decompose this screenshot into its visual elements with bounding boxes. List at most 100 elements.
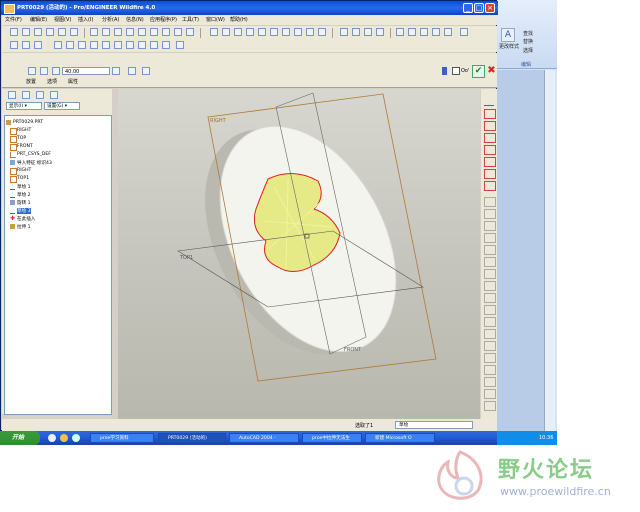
change-style-icon[interactable]: A [501,28,515,42]
parameters-icon[interactable] [114,41,122,49]
saved-views-icon[interactable] [294,28,302,36]
apply-check-icon[interactable]: ✔ [472,65,485,78]
word-find-button[interactable]: 查找 [523,30,533,37]
tree-item[interactable]: 草绘 1 [10,184,31,190]
tab-options[interactable]: 选项 [47,78,57,85]
mapkey-icon[interactable] [138,41,146,49]
solidify-tool-icon[interactable] [484,365,496,375]
task-browser[interactable]: proe中拉伸无法生 [302,433,362,443]
send-icon[interactable] [70,28,78,36]
selection-filter[interactable]: 草绘 [395,421,473,429]
datum-planes-display-icon[interactable] [396,28,404,36]
new-icon[interactable] [10,28,18,36]
flip-direction-icon[interactable] [112,67,120,75]
shading-icon[interactable] [376,28,384,36]
thicken-icon[interactable] [142,67,150,75]
datum-axis-tool-icon[interactable] [484,109,496,119]
close-window-icon[interactable] [10,41,18,49]
tab-placement[interactable]: 放置 [26,78,36,85]
hidden-line-icon[interactable] [352,28,360,36]
menu-edit[interactable]: 编辑(E) [30,16,47,23]
depth-option-icon[interactable] [52,67,60,75]
word-select-button[interactable]: 选择 [523,47,533,54]
spin-center-icon[interactable] [222,28,230,36]
regenerate-icon[interactable] [162,28,170,36]
favorites-tab-icon[interactable] [36,91,44,99]
tree-item[interactable]: 旋转 1 [10,200,31,206]
model-setup-icon[interactable] [66,41,74,49]
chamfer-tool-icon[interactable] [484,245,496,255]
appearance-icon[interactable] [54,41,62,49]
feature-info-icon[interactable] [162,41,170,49]
undo-icon[interactable] [90,28,98,36]
depth-value-input[interactable]: 40.00 [62,67,110,75]
select-box-icon[interactable] [186,28,194,36]
shell-tool-icon[interactable] [484,197,496,207]
preview-checkbox[interactable] [452,67,460,75]
layers-icon[interactable] [306,28,314,36]
draft-tool-icon[interactable] [484,221,496,231]
pattern-tool-icon[interactable] [484,281,496,291]
wireframe-icon[interactable] [340,28,348,36]
info-icon[interactable] [150,41,158,49]
word-replace-button[interactable]: 替换 [523,38,533,45]
find-icon[interactable] [174,28,182,36]
pause-icon[interactable] [442,67,447,75]
menu-insert[interactable]: 插入(I) [78,16,93,23]
minimize-button[interactable]: _ [463,3,473,13]
csys-tool-icon[interactable] [484,145,496,155]
tree-item[interactable]: 草绘 2 [10,192,31,198]
redo-icon[interactable] [102,28,110,36]
tree-item[interactable]: TOP [10,136,26,143]
mirror-tool-icon[interactable] [484,293,496,303]
reorient-icon[interactable] [282,28,290,36]
menu-tools[interactable]: 工具(T) [182,16,199,23]
menu-help[interactable]: 帮助(H) [230,16,248,23]
tree-item[interactable]: PRT_CSYS_DEF [10,152,51,158]
trim-tool-icon[interactable] [484,317,496,327]
model-tree-tab-icon[interactable] [8,91,16,99]
menu-file[interactable]: 文件(F) [5,16,22,23]
menu-applications[interactable]: 应用程序(P) [150,16,177,23]
datum-point-tool-icon[interactable] [484,133,496,143]
paste-special-icon[interactable] [150,28,158,36]
tree-item-selected[interactable]: 草绘 3 [10,208,31,214]
history-tab-icon[interactable] [50,91,58,99]
orient-mode-icon[interactable] [234,28,242,36]
relations-icon[interactable] [102,41,110,49]
task-proe-folder[interactable]: proe学习资料 [90,433,154,443]
tree-item[interactable]: ✚ 在此插入 [10,216,35,223]
cut-icon[interactable] [114,28,122,36]
repaint-icon[interactable] [210,28,218,36]
merge-tool-icon[interactable] [484,305,496,315]
tree-item[interactable]: FRONT [10,144,33,151]
change-style-label[interactable]: 更改样式 [499,43,519,50]
maximize-button[interactable]: □ [474,3,484,13]
datum-points-display-icon[interactable] [420,28,428,36]
email-icon[interactable] [58,28,66,36]
datum-curve-tool-icon[interactable] [484,121,496,131]
options-icon[interactable] [176,41,184,49]
extrude-solid-icon[interactable] [28,67,36,75]
sweep-tool-icon[interactable] [484,257,496,267]
intersect-tool-icon[interactable] [484,401,496,411]
task-autocad[interactable]: AutoCAD 2004 - [229,433,299,443]
folder-browser-tab-icon[interactable] [22,91,30,99]
graphics-window[interactable]: RIGHT TOP1 FRONT [118,89,480,419]
menu-view[interactable]: 视图(V) [54,16,71,23]
tree-item[interactable]: RIGHT [10,168,31,175]
analysis-icon[interactable] [78,41,86,49]
menu-window[interactable]: 窗口(W) [206,16,225,23]
sketch-tool-icon[interactable] [484,169,496,179]
tree-item[interactable]: 导入特征 标识43 [10,160,52,166]
copy-icon[interactable] [126,28,134,36]
quicklaunch-media-icon[interactable] [72,434,80,442]
start-button[interactable]: 开始 [0,431,40,445]
no-hidden-icon[interactable] [364,28,372,36]
word-scrollbar[interactable] [544,70,555,445]
tree-item[interactable]: TOP1 [10,176,29,183]
show-dropdown[interactable]: 显示(I) ▾ [6,102,42,110]
annotation-display-icon[interactable] [444,28,452,36]
datum-axes-display-icon[interactable] [408,28,416,36]
settings-dropdown[interactable]: 设置(G) ▾ [44,102,80,110]
